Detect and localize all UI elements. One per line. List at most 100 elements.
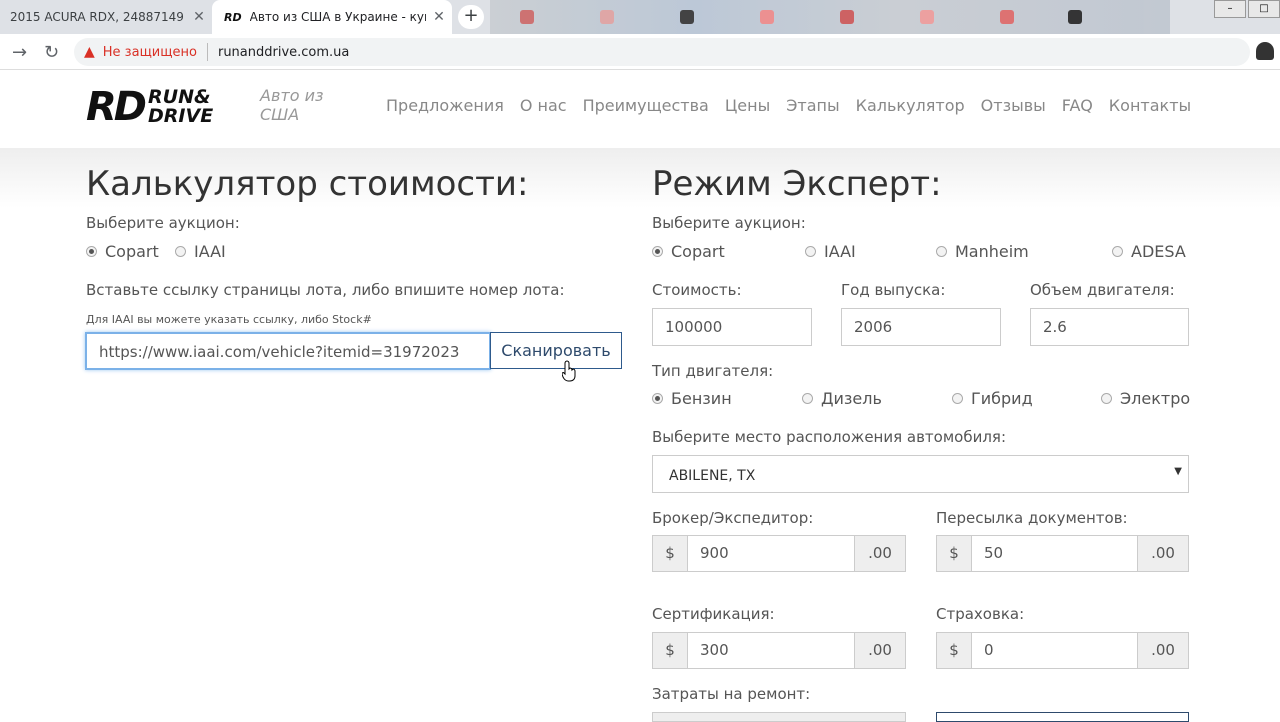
browser-tab-runanddrive[interactable]: RD Авто из США в Украине - купить ✕ bbox=[212, 0, 452, 34]
logo-line2: DRIVE bbox=[148, 105, 214, 127]
browser-tab-iaai[interactable]: 2015 ACURA RDX, 24887149 | IAA ✕ bbox=[0, 0, 212, 34]
location-label: Выберите место расположения автомобиля: bbox=[652, 428, 1006, 446]
nav-stages[interactable]: Этапы bbox=[786, 96, 839, 115]
logo-mark: RD bbox=[86, 84, 147, 130]
nav-faq[interactable]: FAQ bbox=[1062, 96, 1093, 115]
lot-label: Вставьте ссылку страницы лота, либо впиш… bbox=[86, 281, 565, 299]
reload-icon[interactable]: ↻ bbox=[44, 42, 59, 63]
tab-icon bbox=[520, 10, 534, 24]
radio-petrol[interactable]: Бензин bbox=[652, 389, 732, 408]
dollar-addon: $ bbox=[653, 536, 687, 571]
engine-type-label: Тип двигателя: bbox=[652, 362, 774, 380]
radio-icon[interactable] bbox=[1112, 246, 1123, 257]
calculate-button[interactable] bbox=[936, 712, 1189, 722]
radio-iaai[interactable]: IAAI bbox=[805, 242, 856, 261]
location-value: ABILENE, TX bbox=[669, 468, 756, 484]
nav-calculator[interactable]: Калькулятор bbox=[856, 96, 965, 115]
cert-label: Сертификация: bbox=[652, 605, 775, 623]
engine-volume-input[interactable]: 2.6 bbox=[1030, 308, 1189, 346]
broker-input[interactable]: 900 bbox=[687, 536, 855, 571]
tab-icon bbox=[1000, 10, 1014, 24]
profile-icon[interactable] bbox=[1256, 42, 1274, 60]
tab-title: 2015 ACURA RDX, 24887149 | IAA bbox=[10, 10, 186, 24]
tab-icon bbox=[680, 10, 694, 24]
browser-tab-strip: 2015 ACURA RDX, 24887149 | IAA ✕ RD Авто… bbox=[0, 0, 1280, 34]
minimize-icon[interactable]: – bbox=[1214, 0, 1246, 18]
radio-label: Электро bbox=[1120, 389, 1191, 408]
cents-addon: .00 bbox=[1138, 633, 1188, 668]
address-bar[interactable]: ▲ Не защищено runanddrive.com.ua bbox=[74, 38, 1250, 66]
nav-advantages[interactable]: Преимущества bbox=[583, 96, 709, 115]
radio-iaai[interactable]: IAAI bbox=[175, 242, 226, 261]
not-secure-label[interactable]: Не защищено bbox=[103, 45, 197, 60]
radio-hybrid[interactable]: Гибрид bbox=[952, 389, 1033, 408]
cost-label: Стоимость: bbox=[652, 281, 742, 299]
nav-prices[interactable]: Цены bbox=[725, 96, 770, 115]
tab-title: Авто из США в Украине - купить bbox=[249, 10, 426, 24]
logo-text: RUN& DRIVE bbox=[148, 88, 213, 126]
insurance-input[interactable]: 0 bbox=[971, 633, 1138, 668]
radio-copart[interactable]: Copart bbox=[86, 242, 159, 261]
warning-icon[interactable]: ▲ bbox=[84, 44, 95, 60]
dollar-addon: $ bbox=[937, 536, 971, 571]
radio-icon[interactable] bbox=[1101, 393, 1112, 404]
radio-icon[interactable] bbox=[175, 246, 186, 257]
dollar-addon: $ bbox=[937, 633, 971, 668]
divider bbox=[206, 43, 208, 61]
radio-icon[interactable] bbox=[805, 246, 816, 257]
radio-selected-icon[interactable] bbox=[652, 393, 663, 404]
nav-reviews[interactable]: Отзывы bbox=[981, 96, 1046, 115]
insurance-input-group: $ 0 .00 bbox=[936, 632, 1189, 669]
nav-about[interactable]: О нас bbox=[520, 96, 567, 115]
expert-auction-label: Выберите аукцион: bbox=[652, 214, 806, 232]
expert-title: Режим Эксперт: bbox=[652, 164, 942, 204]
broker-label: Брокер/Экспедитор: bbox=[652, 509, 814, 527]
repair-input-group[interactable] bbox=[652, 712, 906, 722]
tab-icon bbox=[1068, 10, 1082, 24]
lot-hint: Для IAAI вы можете указать ссылку, либо … bbox=[86, 313, 372, 326]
docs-input-group: $ 50 .00 bbox=[936, 535, 1189, 572]
background-tabs[interactable] bbox=[490, 0, 1170, 34]
cents-addon: .00 bbox=[855, 633, 905, 668]
radio-selected-icon[interactable] bbox=[652, 246, 663, 257]
window-controls: – □ bbox=[1214, 0, 1280, 18]
cert-input-group: $ 300 .00 bbox=[652, 632, 906, 669]
new-tab-button[interactable]: + bbox=[458, 5, 484, 29]
radio-adesa[interactable]: ADESA bbox=[1112, 242, 1186, 261]
radio-diesel[interactable]: Дизель bbox=[802, 389, 882, 408]
radio-label: Copart bbox=[671, 242, 725, 261]
docs-input[interactable]: 50 bbox=[971, 536, 1138, 571]
cert-input[interactable]: 300 bbox=[687, 633, 855, 668]
logo[interactable]: RD RUN& DRIVE bbox=[86, 87, 213, 127]
nav-contacts[interactable]: Контакты bbox=[1109, 96, 1191, 115]
engine-volume-label: Объем двигателя: bbox=[1030, 281, 1175, 299]
location-select[interactable]: ABILENE, TX ▼ bbox=[652, 455, 1189, 493]
lot-url-input[interactable]: https://www.iaai.com/vehicle?itemid=3197… bbox=[85, 332, 491, 370]
cost-input[interactable]: 100000 bbox=[652, 308, 812, 346]
nav-offers[interactable]: Предложения bbox=[386, 96, 504, 115]
maximize-icon[interactable]: □ bbox=[1248, 0, 1280, 18]
url-text[interactable]: runanddrive.com.ua bbox=[218, 45, 349, 60]
tab-icon bbox=[920, 10, 934, 24]
scan-button[interactable]: Сканировать bbox=[490, 332, 622, 369]
radio-copart[interactable]: Copart bbox=[652, 242, 725, 261]
radio-electric[interactable]: Электро bbox=[1101, 389, 1190, 408]
radio-selected-icon[interactable] bbox=[86, 246, 97, 257]
forward-icon[interactable]: → bbox=[12, 42, 27, 63]
radio-icon[interactable] bbox=[952, 393, 963, 404]
radio-manheim[interactable]: Manheim bbox=[936, 242, 1029, 261]
tab-icon bbox=[840, 10, 854, 24]
calculator-title: Калькулятор стоимости: bbox=[86, 164, 529, 204]
radio-icon[interactable] bbox=[802, 393, 813, 404]
repair-label: Затраты на ремонт: bbox=[652, 685, 811, 703]
broker-input-group: $ 900 .00 bbox=[652, 535, 906, 572]
calculator-section: Калькулятор стоимости: Выберите аукцион:… bbox=[0, 148, 1280, 722]
year-label: Год выпуска: bbox=[841, 281, 946, 299]
radio-icon[interactable] bbox=[936, 246, 947, 257]
address-bar-row: → ↻ ▲ Не защищено runanddrive.com.ua bbox=[0, 34, 1280, 70]
close-icon[interactable]: ✕ bbox=[426, 9, 452, 25]
radio-label: IAAI bbox=[194, 242, 226, 261]
close-icon[interactable]: ✕ bbox=[186, 9, 212, 25]
year-input[interactable]: 2006 bbox=[841, 308, 1001, 346]
dropdown-arrow-icon[interactable]: ▼ bbox=[1174, 466, 1182, 477]
